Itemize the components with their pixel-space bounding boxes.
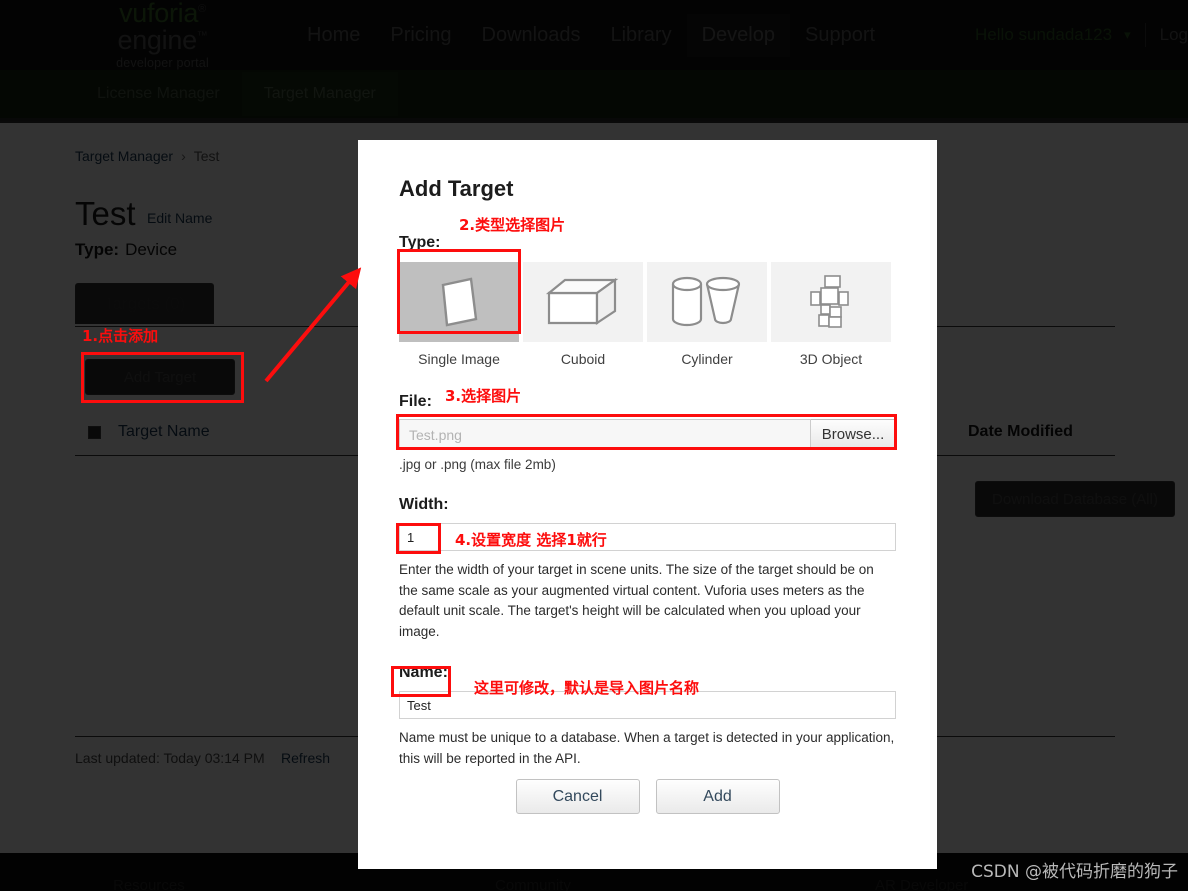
- screen: vuforia® engine™ developer portal Home P…: [0, 0, 1188, 891]
- type-caption-3d-object: 3D Object: [799, 351, 863, 367]
- name-description: Name must be unique to a database. When …: [399, 730, 895, 766]
- type-caption-single-image: Single Image: [418, 351, 500, 367]
- annotation-step-3-box: [396, 414, 897, 450]
- type-option-3d-object[interactable]: 3D Object: [771, 262, 891, 367]
- type-caption-cuboid: Cuboid: [560, 351, 606, 367]
- 3d-object-icon[interactable]: [771, 262, 891, 342]
- type-caption-cylinder: Cylinder: [681, 351, 733, 367]
- type-option-cuboid[interactable]: Cuboid: [523, 262, 643, 367]
- cancel-button[interactable]: Cancel: [515, 779, 640, 814]
- cylinder-icon[interactable]: [647, 262, 767, 342]
- annotation-step-2-box: [397, 249, 521, 334]
- csdn-watermark: CSDN @被代码折磨的狗子: [971, 862, 1178, 882]
- type-option-cylinder[interactable]: Cylinder: [647, 262, 767, 367]
- annotation-step-4-box: [396, 523, 441, 554]
- annotation-step-3-text: 3.选择图片: [445, 387, 522, 405]
- annotation-step-5-box: [391, 666, 451, 697]
- annotation-step-5-text: 这里可修改，默认是导入图片名称: [474, 679, 700, 697]
- add-button[interactable]: Add: [655, 779, 780, 814]
- cuboid-icon[interactable]: [523, 262, 643, 342]
- annotation-step-1-box: [81, 352, 244, 403]
- annotation-step-1-text: 1.点击添加: [82, 327, 159, 345]
- dialog-title: Add Target: [399, 176, 514, 201]
- file-hint: .jpg or .png (max file 2mb): [399, 457, 556, 472]
- width-label: Width:: [399, 496, 449, 513]
- width-description: Enter the width of your target in scene …: [399, 562, 874, 639]
- annotation-step-2-text: 2.类型选择图片: [459, 216, 566, 234]
- annotation-step-4-text: 4.设置宽度 选择1就行: [455, 531, 607, 549]
- dialog-actions: Cancel Add: [358, 779, 937, 814]
